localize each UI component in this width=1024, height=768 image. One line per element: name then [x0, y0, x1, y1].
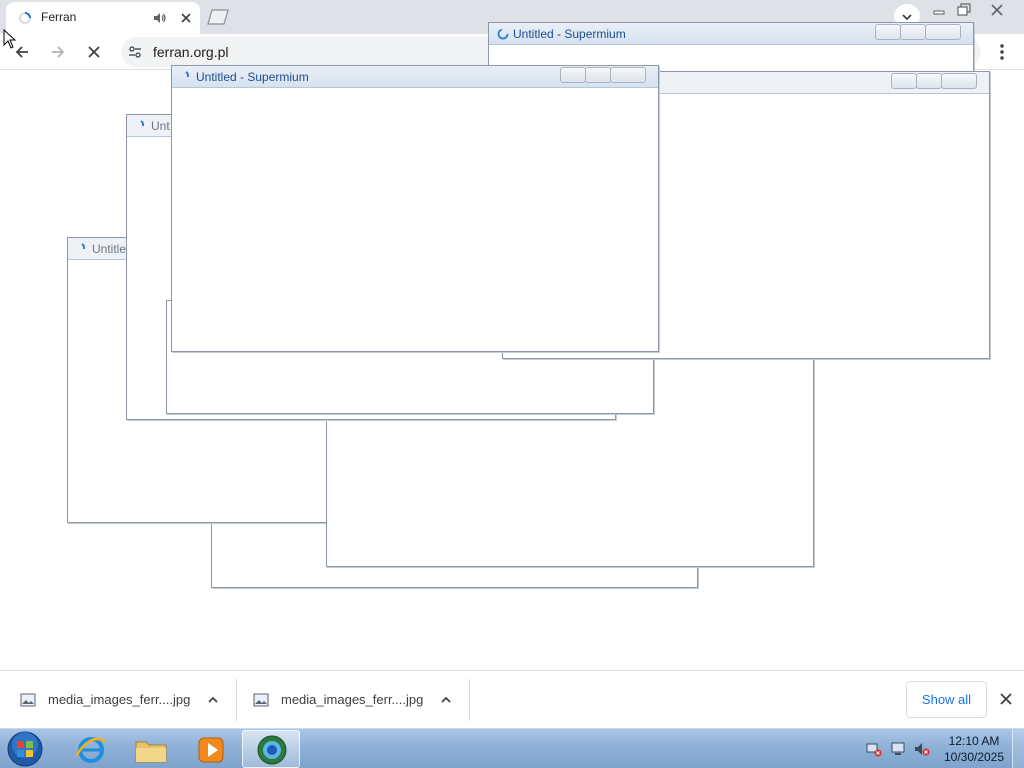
media-player-icon: [198, 737, 224, 763]
taskbar-internet-explorer[interactable]: [62, 730, 120, 768]
taskbar-file-explorer[interactable]: [122, 730, 180, 768]
show-all-button[interactable]: Show all: [906, 681, 987, 718]
minimize-icon[interactable]: [928, 2, 950, 18]
close-icon[interactable]: [178, 10, 194, 26]
taskbar-supermium[interactable]: [242, 730, 300, 768]
maximize-button[interactable]: [900, 24, 926, 40]
tune-icon[interactable]: [127, 44, 143, 60]
popup-titlebar[interactable]: Untitled - Supermium: [172, 66, 658, 88]
download-filename: media_images_ferr....jpg: [48, 692, 191, 707]
taskbar: 12:10 AM 10/30/2025: [0, 728, 1024, 768]
close-icon[interactable]: [998, 691, 1014, 707]
stop-icon[interactable]: [84, 42, 104, 62]
minimize-button[interactable]: [875, 24, 901, 40]
popup-title: Unt: [151, 119, 170, 133]
loading-spinner-icon: [497, 28, 509, 40]
network-warning-icon[interactable]: [866, 741, 882, 757]
mouse-cursor-icon: [3, 29, 17, 49]
loading-spinner-icon: [19, 12, 31, 24]
maximize-button[interactable]: [916, 73, 942, 89]
popup-controls: [891, 73, 983, 90]
clock-date: 10/30/2025: [943, 750, 1005, 764]
folder-icon: [135, 741, 167, 763]
volume-muted-icon[interactable]: [914, 741, 930, 757]
close-button[interactable]: [925, 24, 961, 40]
divider: [236, 679, 237, 721]
clock-time: 12:10 AM: [948, 734, 1000, 748]
three-dot-menu-icon[interactable]: [992, 42, 1012, 62]
chevron-up-icon[interactable]: [439, 693, 453, 707]
minimize-button[interactable]: [560, 67, 586, 83]
loading-spinner-icon: [140, 120, 145, 127]
popup-title: Untitle: [92, 242, 127, 256]
divider: [469, 679, 470, 721]
popup-window-1[interactable]: Untitled - Supermium: [171, 65, 659, 352]
close-button[interactable]: [941, 73, 977, 89]
loading-spinner-icon: [81, 243, 86, 250]
popup-title: Untitled - Supermium: [513, 27, 626, 41]
window-close-icon[interactable]: [986, 2, 1008, 18]
new-tab-icon[interactable]: [205, 8, 231, 26]
minimize-button[interactable]: [891, 73, 917, 89]
popup-controls: [875, 24, 967, 41]
image-file-icon: [20, 693, 36, 707]
taskbar-media-player[interactable]: [182, 730, 240, 768]
download-filename: media_images_ferr....jpg: [281, 692, 424, 707]
url-text: ferran.org.pl: [153, 44, 229, 60]
popup-titlebar[interactable]: Untitled - Supermium: [489, 23, 973, 45]
internet-explorer-icon: [74, 737, 107, 763]
system-clock[interactable]: 12:10 AM 10/30/2025: [938, 733, 1010, 765]
tab-ferran[interactable]: Ferran: [6, 2, 200, 34]
chevron-up-icon[interactable]: [206, 693, 220, 707]
start-button-icon[interactable]: [4, 730, 46, 768]
image-file-icon: [253, 693, 269, 707]
loading-spinner-icon: [185, 71, 190, 78]
download-item[interactable]: media_images_ferr....jpg: [253, 681, 463, 719]
action-center-icon[interactable]: [890, 741, 906, 757]
speaker-icon[interactable]: [152, 10, 168, 26]
show-desktop-button[interactable]: [1012, 729, 1024, 768]
maximize-button[interactable]: [585, 67, 611, 83]
download-shelf: media_images_ferr....jpg media_images_fe…: [0, 670, 1024, 728]
close-button[interactable]: [610, 67, 646, 83]
popup-title: Untitled - Supermium: [196, 70, 309, 84]
supermium-browser-icon: [257, 735, 287, 765]
forward-arrow-icon[interactable]: [48, 42, 68, 62]
download-item[interactable]: media_images_ferr....jpg: [20, 681, 230, 719]
restore-icon[interactable]: [953, 2, 975, 18]
popup-controls: [560, 67, 652, 84]
tab-title: Ferran: [41, 10, 77, 24]
